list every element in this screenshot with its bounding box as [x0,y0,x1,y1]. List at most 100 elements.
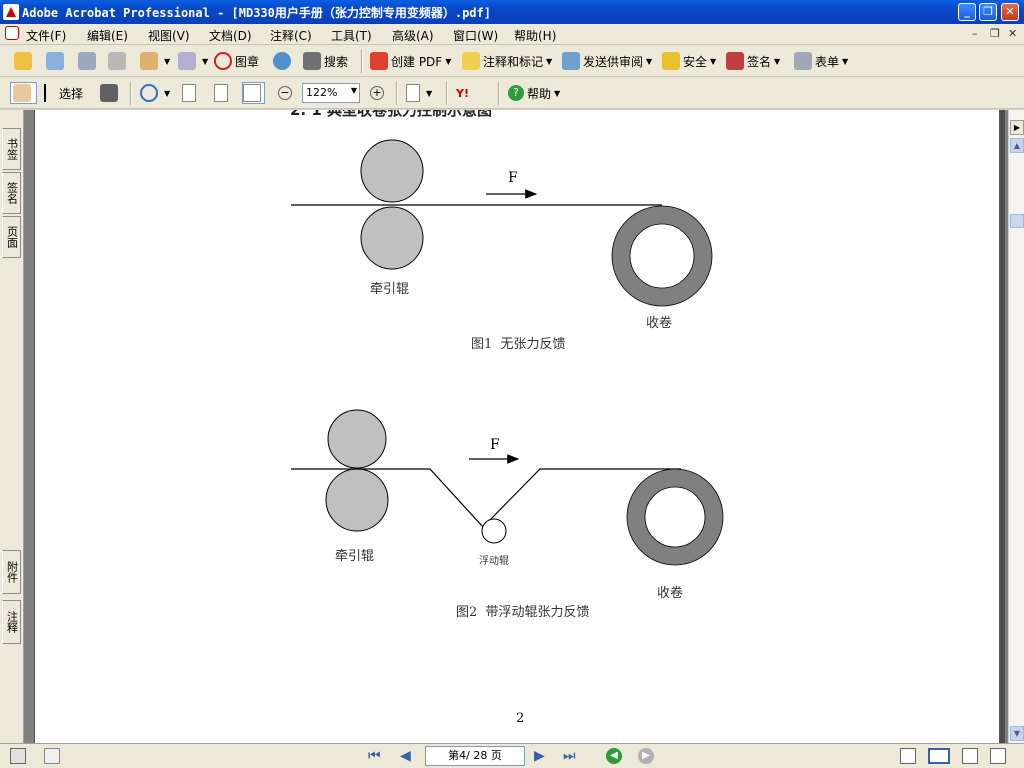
zoom-out-button[interactable]: − [278,82,295,104]
continuous-facing-icon[interactable] [990,748,1006,764]
zoom-in-button[interactable]: + [370,82,387,104]
email-icon [140,52,158,70]
globe-icon [273,52,291,70]
hand-icon [13,84,31,102]
minimize-button[interactable]: _ [958,3,976,21]
forms-button[interactable]: 表单 ▼ [794,50,848,72]
traction-roller-top [360,139,424,203]
monitor-icon[interactable] [10,748,26,764]
create-pdf-icon [370,52,388,70]
search-button[interactable]: 搜索 [303,50,348,72]
mdi-restore-icon[interactable]: ❐ [990,27,1000,40]
security-button[interactable]: 安全 ▼ [662,50,716,72]
camera-icon [100,84,118,102]
organizer-icon [46,52,64,70]
comment-icon [462,52,480,70]
stamp-icon [214,52,232,70]
mdi-minimize-icon[interactable]: – [972,27,978,40]
panel-toggle-icon[interactable]: ▶ [1010,120,1024,135]
zoom-in-icon [140,84,158,102]
print-button[interactable] [108,50,129,72]
continuous-page-icon[interactable] [928,748,950,764]
winder-roll [612,206,712,306]
scroll-thumb[interactable] [1010,214,1024,228]
fit-page-button[interactable] [214,82,231,104]
toolbar-view: 选择 ▼ − 122% ▼ + ▼ Y! ? 帮助 ▼ [0,77,1024,109]
menu-file[interactable]: 文件(F) [26,27,66,44]
search-label: 搜索 [324,54,349,69]
print-icon [108,52,126,70]
pen-icon [726,52,744,70]
fit-width-button[interactable] [242,82,265,104]
hand-tool-button[interactable] [10,82,37,104]
dancer-label: 浮动辊 [479,556,509,567]
sign-label: 签名 [747,54,772,69]
chevron-down-icon[interactable]: ▼ [351,86,357,95]
winder-roll-2 [627,469,723,565]
help-button[interactable]: ? 帮助 ▼ [508,82,560,104]
plus-icon: + [370,86,384,100]
menu-document[interactable]: 文档(D) [209,27,252,44]
next-page-icon[interactable]: ▶ [534,748,550,764]
page-number-input[interactable]: 第4/ 28 页 [425,746,525,766]
email-button[interactable]: ▼ [140,50,170,72]
zoom-tool-button[interactable]: ▼ [140,82,170,104]
dancer-roller [481,518,507,544]
stamp-label: 图章 [235,54,260,69]
traction-roller-top-2 [327,409,387,469]
back-view-icon[interactable]: ◀ [606,748,622,764]
comment-markup-button[interactable]: 注释和标记 ▼ [462,50,552,72]
select-label: 选择 [59,86,84,101]
sign-button[interactable]: 签名 ▼ [726,50,780,72]
mdi-close-icon[interactable]: ✕ [1008,27,1017,40]
tension-diagrams [291,139,724,566]
page-icon [182,84,196,102]
facing-pages-icon[interactable] [962,748,978,764]
open-button[interactable] [14,50,35,72]
create-pdf-button[interactable]: 创建 PDF ▼ [370,50,451,72]
single-page-icon[interactable] [900,748,916,764]
tab-pages[interactable]: 页面 [2,216,21,258]
tab-comments[interactable]: 注释 [2,600,21,644]
menu-comments[interactable]: 注释(C) [270,27,312,44]
select-tool-button[interactable]: 选择 [44,82,83,104]
figure-2-caption: 图2 带浮动辊张力反馈 [456,605,590,620]
snapshot-button[interactable] [100,82,121,104]
menu-view[interactable]: 视图(V) [148,27,190,44]
rotate-button[interactable]: ▼ [406,82,432,104]
previous-page-icon[interactable]: ◀ [400,748,416,764]
zoom-input[interactable]: 122% ▼ [302,83,360,103]
vertical-scrollbar[interactable]: ▶ ▲ ▼ [1008,110,1024,743]
menu-window[interactable]: 窗口(W) [453,27,498,44]
send-review-label: 发送供审阅 [583,54,644,69]
forward-view-icon[interactable]: ▶ [638,748,654,764]
tab-attachments[interactable]: 附件 [2,550,21,594]
organizer-button[interactable] [46,50,67,72]
last-page-icon[interactable]: ⏭ [563,748,579,764]
stamp-button[interactable]: 图章 [214,50,259,72]
help-label: 帮助 [527,86,552,101]
tab-bookmarks[interactable]: 书签 [2,128,21,170]
figure-1 [291,139,713,307]
paperclip-icon [178,52,196,70]
actual-size-button[interactable] [182,82,199,104]
menu-tools[interactable]: 工具(T) [331,27,372,44]
minus-icon: − [278,86,292,100]
yahoo-button[interactable]: Y! [456,82,469,104]
web-button[interactable] [273,50,294,72]
zoom-value: 122% [306,86,338,99]
menu-help[interactable]: 帮助(H) [514,27,556,44]
tab-signatures[interactable]: 签名 [2,172,21,214]
send-review-button[interactable]: 发送供审阅 ▼ [562,50,652,72]
restore-button[interactable]: ❐ [979,3,997,21]
document-view[interactable]: 2. 1 典型收卷张力控制示意图 F 牵引辊 收卷 图1 无张力反馈 F 牵引辊… [24,110,1008,743]
save-button[interactable] [78,50,99,72]
first-page-icon[interactable]: ⏮ [368,748,384,764]
document-properties-icon[interactable] [44,748,60,764]
attach-button[interactable]: ▼ [178,50,208,72]
scroll-down-button[interactable]: ▼ [1010,726,1024,741]
menu-advanced[interactable]: 高级(A) [392,27,434,44]
menu-edit[interactable]: 编辑(E) [87,27,128,44]
scroll-up-button[interactable]: ▲ [1010,138,1024,153]
close-button[interactable]: ✕ [1001,3,1019,21]
